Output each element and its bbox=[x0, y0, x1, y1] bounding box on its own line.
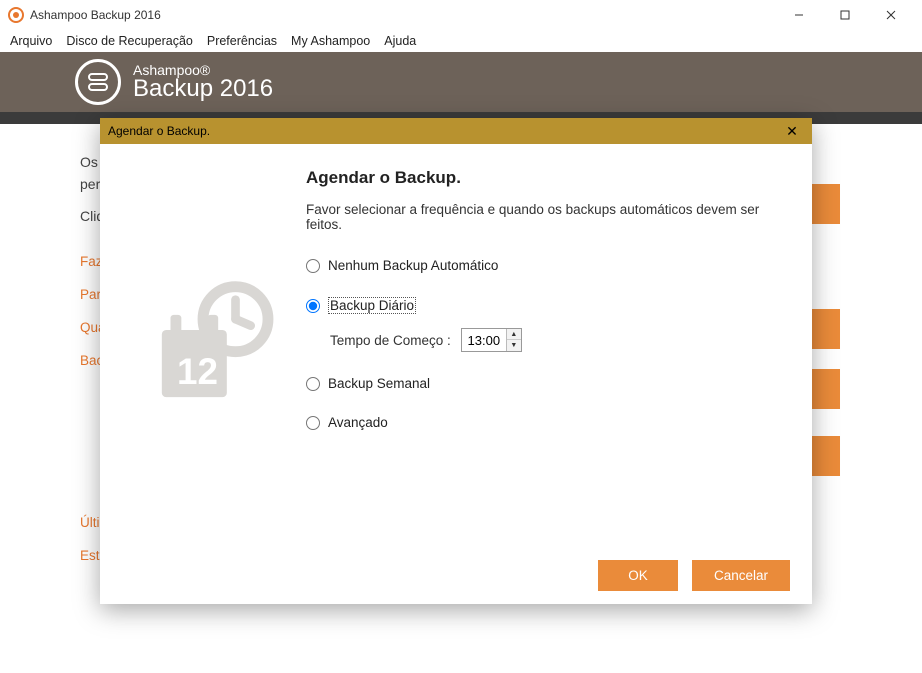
start-time-label: Tempo de Começo : bbox=[330, 333, 451, 348]
ok-button[interactable]: OK bbox=[598, 560, 678, 591]
svg-text:12: 12 bbox=[177, 351, 218, 392]
app-icon bbox=[8, 7, 24, 23]
radio-daily[interactable] bbox=[306, 299, 320, 313]
dialog-close-icon[interactable]: ✕ bbox=[780, 123, 804, 140]
close-button[interactable] bbox=[868, 0, 914, 30]
time-spinner-down[interactable]: ▼ bbox=[507, 340, 521, 351]
window-titlebar: Ashampoo Backup 2016 bbox=[0, 0, 922, 30]
menu-disco-recuperacao[interactable]: Disco de Recuperação bbox=[66, 34, 192, 48]
radio-advanced[interactable] bbox=[306, 416, 320, 430]
brand-line2: Backup 2016 bbox=[133, 77, 273, 101]
schedule-dialog: Agendar o Backup. ✕ 12 Agendar o Backup.… bbox=[100, 118, 812, 604]
dialog-footer: OK Cancelar bbox=[100, 546, 812, 604]
menu-preferencias[interactable]: Preferências bbox=[207, 34, 277, 48]
menu-arquivo[interactable]: Arquivo bbox=[10, 34, 52, 48]
menu-ajuda[interactable]: Ajuda bbox=[384, 34, 416, 48]
time-input[interactable] bbox=[462, 329, 506, 351]
radio-weekly[interactable] bbox=[306, 377, 320, 391]
option-advanced-row[interactable]: Avançado bbox=[306, 415, 786, 430]
menu-my-ashampoo[interactable]: My Ashampoo bbox=[291, 34, 370, 48]
dialog-heading: Agendar o Backup. bbox=[306, 168, 786, 188]
label-advanced: Avançado bbox=[328, 415, 388, 430]
label-weekly: Backup Semanal bbox=[328, 376, 430, 391]
app-banner: Ashampoo® Backup 2016 bbox=[0, 52, 922, 112]
label-daily: Backup Diário bbox=[328, 297, 416, 314]
logo-icon bbox=[75, 59, 121, 105]
start-time-field: Tempo de Começo : ▲ ▼ bbox=[330, 328, 786, 352]
brand-text: Ashampoo® Backup 2016 bbox=[133, 63, 273, 101]
time-spinner-up[interactable]: ▲ bbox=[507, 329, 521, 340]
dialog-title: Agendar o Backup. bbox=[108, 124, 780, 138]
window-controls bbox=[776, 0, 914, 30]
maximize-button[interactable] bbox=[822, 0, 868, 30]
option-weekly-row[interactable]: Backup Semanal bbox=[306, 376, 786, 391]
window-title: Ashampoo Backup 2016 bbox=[30, 8, 776, 22]
minimize-button[interactable] bbox=[776, 0, 822, 30]
cancel-button[interactable]: Cancelar bbox=[692, 560, 790, 591]
dialog-subtext: Favor selecionar a frequência e quando o… bbox=[306, 202, 786, 232]
time-input-group: ▲ ▼ bbox=[461, 328, 522, 352]
option-daily-row[interactable]: Backup Diário bbox=[306, 297, 786, 314]
dialog-titlebar: Agendar o Backup. ✕ bbox=[100, 118, 812, 144]
radio-none[interactable] bbox=[306, 259, 320, 273]
option-none-row[interactable]: Nenhum Backup Automático bbox=[306, 258, 786, 273]
menubar: Arquivo Disco de Recuperação Preferência… bbox=[0, 30, 922, 52]
label-none: Nenhum Backup Automático bbox=[328, 258, 498, 273]
dialog-illustration: 12 bbox=[126, 168, 306, 534]
